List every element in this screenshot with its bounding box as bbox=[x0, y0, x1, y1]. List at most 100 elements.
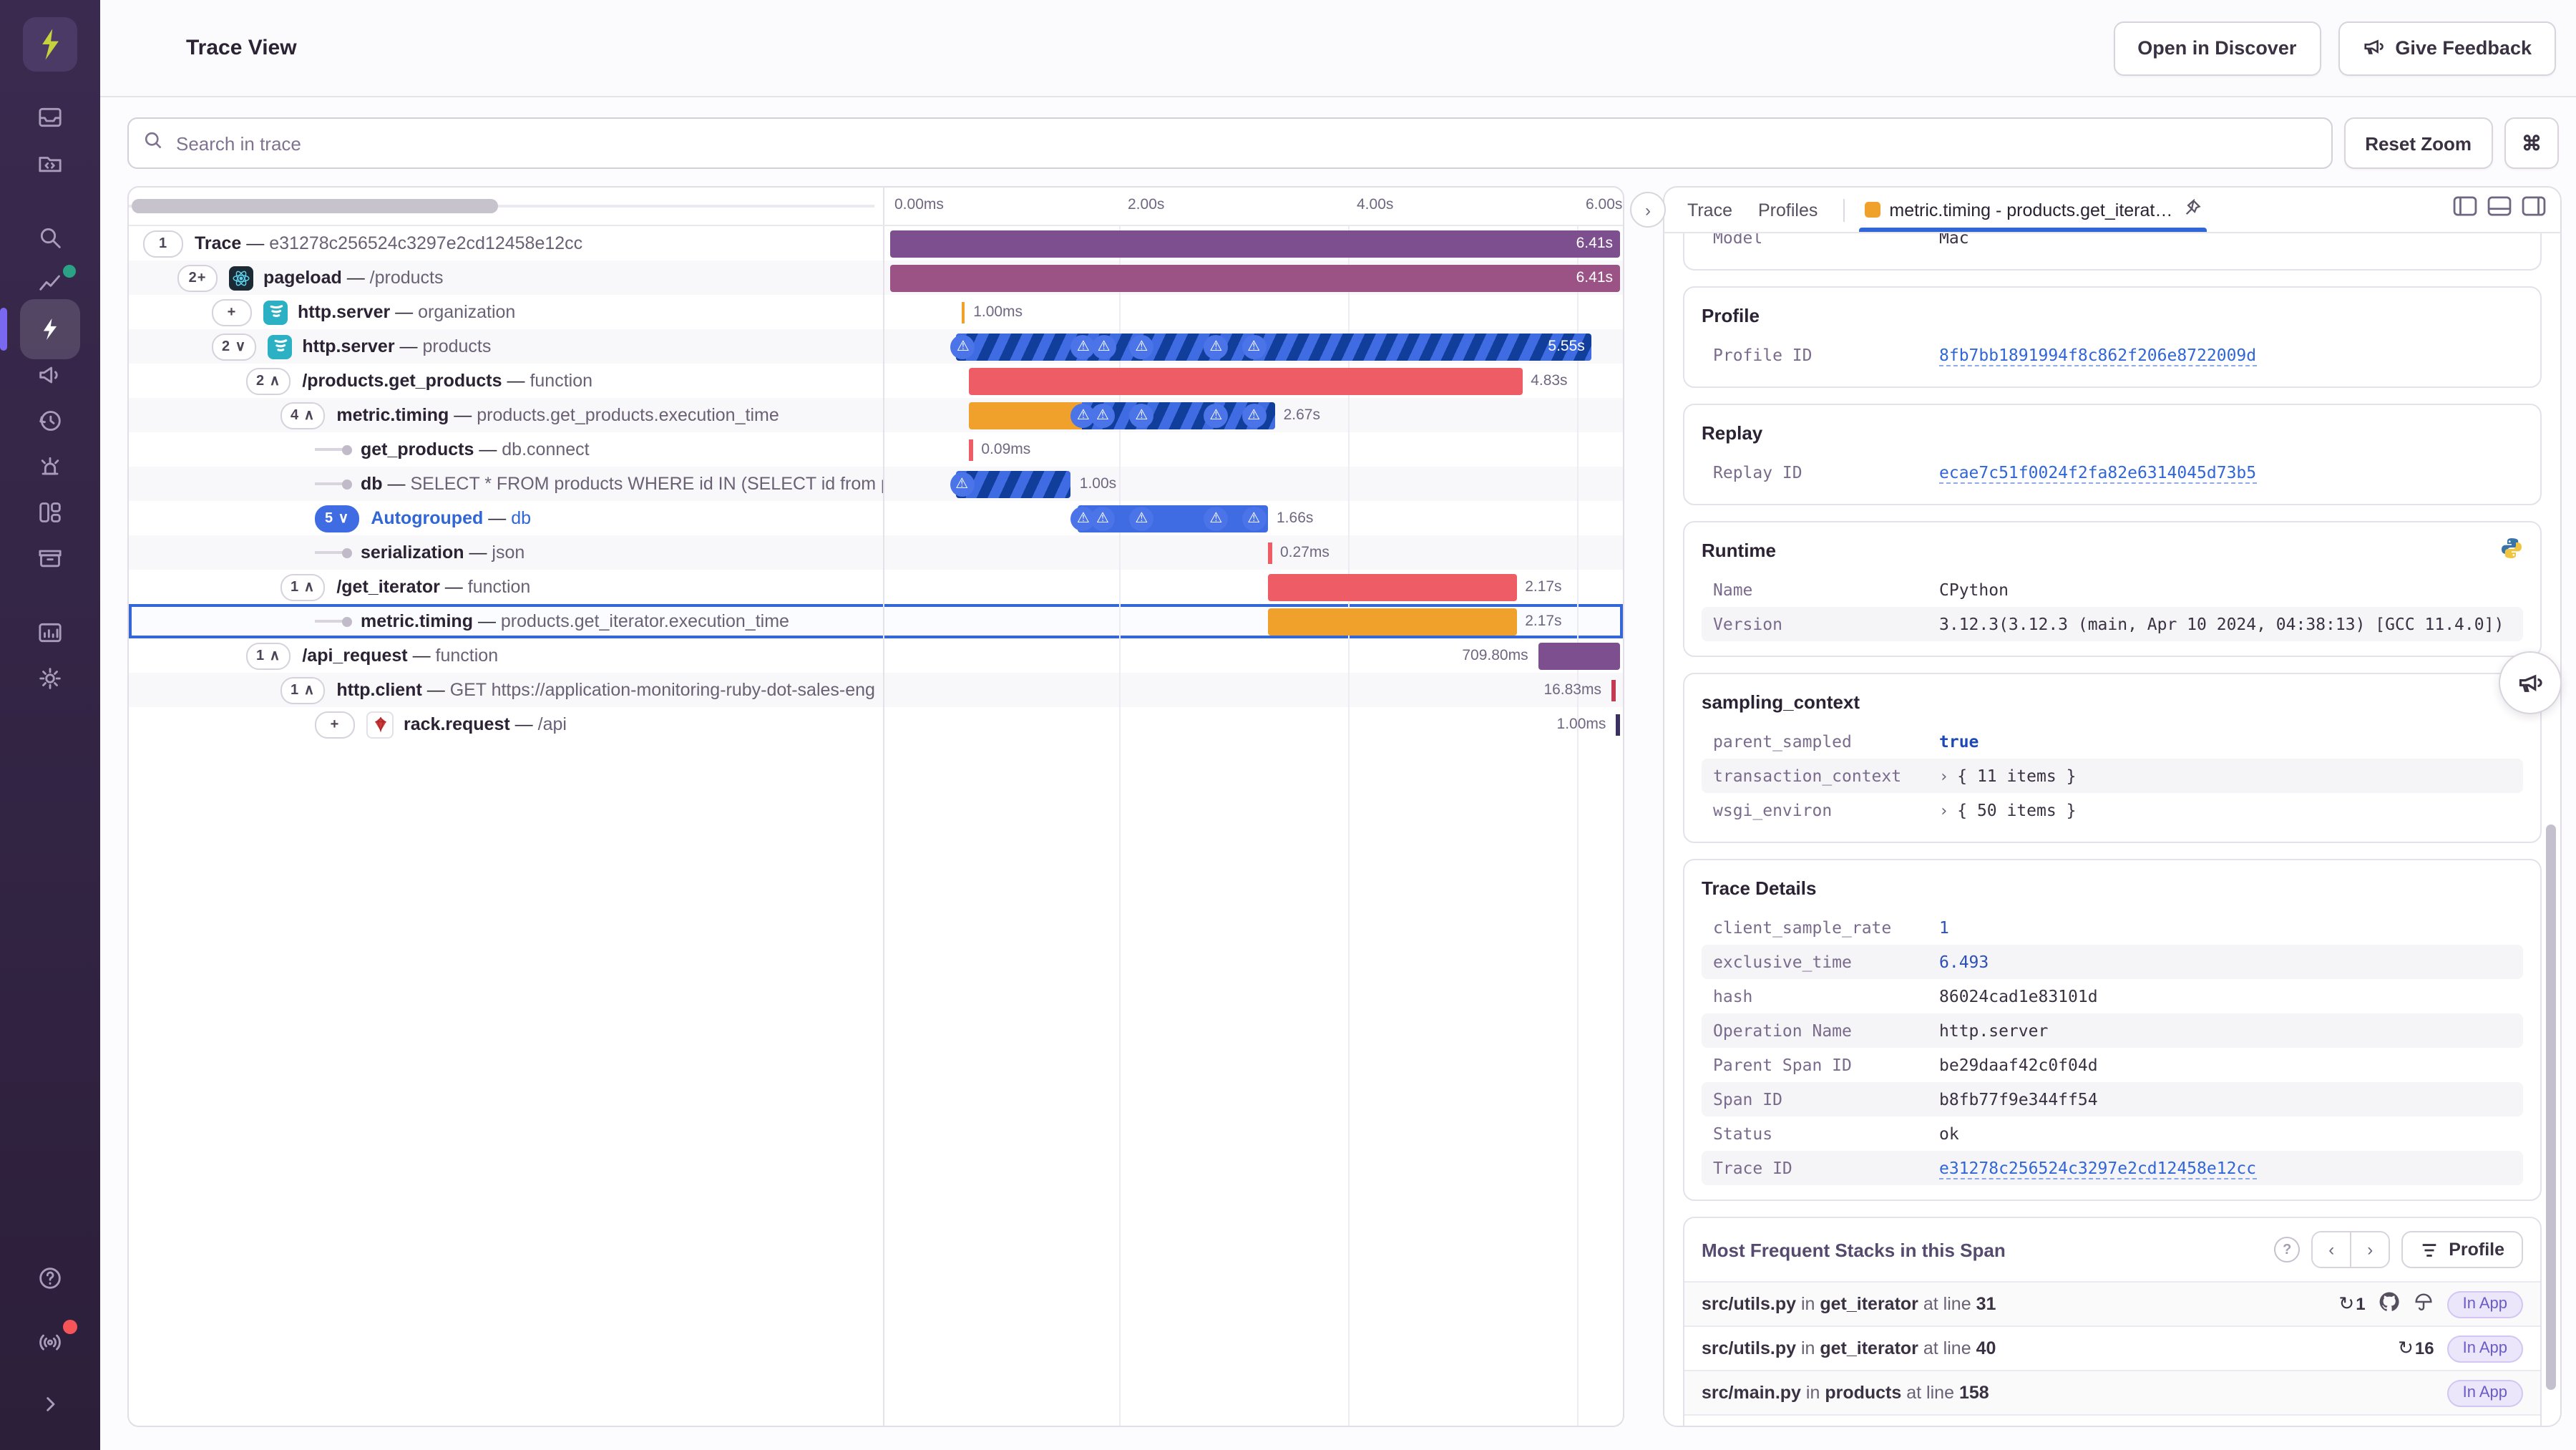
kv-value-link[interactable]: 8fb7bb1891994f8c862f206e8722009d bbox=[1939, 344, 2257, 366]
stack-frame-row[interactable]: src/main.py in products at line 158 In Ap… bbox=[1684, 1370, 2540, 1414]
trace-row[interactable]: db — SELECT * FROM products WHERE id IN … bbox=[129, 467, 1623, 501]
sidebar-footer-broadcast[interactable] bbox=[20, 1318, 80, 1364]
scrollbar-thumb[interactable] bbox=[132, 199, 498, 213]
trace-row[interactable]: metric.timing — products.get_iterator.ex… bbox=[129, 604, 1623, 638]
feedback-floating-button[interactable] bbox=[2499, 651, 2562, 714]
kv-value-link[interactable]: e31278c256524c3297e2cd12458e12cc bbox=[1939, 1157, 2257, 1179]
search-input[interactable] bbox=[173, 131, 2317, 155]
sidebar-item-replays[interactable] bbox=[20, 398, 80, 444]
sidebar-item-dashboards[interactable] bbox=[20, 490, 80, 535]
span-children-chip[interactable]: 1 ∧ bbox=[246, 642, 291, 669]
layout-bottom-icon[interactable] bbox=[2487, 196, 2512, 223]
span-duration-tick[interactable] bbox=[961, 301, 965, 323]
performance-issue-icon[interactable]: ⚠ bbox=[1241, 334, 1267, 359]
stack-frame-row[interactable]: Called from: flask/app.py in Flask.dispa… bbox=[1684, 1414, 2540, 1426]
span-children-chip[interactable]: 1 ∧ bbox=[280, 573, 326, 600]
github-icon[interactable] bbox=[2379, 1291, 2400, 1317]
layout-right-icon[interactable] bbox=[2522, 196, 2546, 223]
sidebar-item-settings[interactable] bbox=[20, 656, 80, 701]
sidebar-item-issues[interactable] bbox=[20, 94, 80, 140]
performance-issue-icon[interactable]: ⚠ bbox=[1241, 403, 1267, 427]
card-title: sampling_context bbox=[1702, 691, 1860, 713]
prev-page-button[interactable]: ‹ bbox=[2313, 1232, 2351, 1267]
kv-value-link[interactable]: ecae7c51f0024f2fa82e6314045d73b5 bbox=[1939, 462, 2257, 483]
stack-frame-row[interactable]: src/utils.py in get_iterator at line 40 ↻… bbox=[1684, 1325, 2540, 1370]
tab-profiles[interactable]: Profiles bbox=[1758, 188, 1818, 232]
trace-row[interactable]: 1 ∧ http.client — GET https://application… bbox=[129, 673, 1623, 707]
trace-row[interactable]: get_products — db.connect 0.09ms bbox=[129, 432, 1623, 467]
span-duration-tick[interactable] bbox=[1616, 714, 1620, 735]
reset-zoom-button[interactable]: Reset Zoom bbox=[2343, 117, 2493, 169]
performance-issue-icon[interactable]: ⚠ bbox=[1091, 334, 1116, 359]
sidebar-item-stats[interactable] bbox=[20, 610, 80, 656]
sidebar-item-performance[interactable] bbox=[0, 299, 80, 359]
span-duration-bar[interactable] bbox=[969, 367, 1523, 394]
span-children-chip[interactable]: 2 ∧ bbox=[246, 367, 291, 394]
span-duration-bar[interactable] bbox=[1268, 608, 1517, 635]
sidebar-item-projects[interactable] bbox=[20, 140, 80, 186]
sidebar-item-archive[interactable] bbox=[20, 535, 80, 581]
span-children-chip[interactable]: 5 ∨ bbox=[315, 505, 360, 532]
span-duration-bar[interactable] bbox=[1268, 573, 1517, 600]
trace-row[interactable]: 2+ pageload — /products 6.41s bbox=[129, 261, 1623, 295]
span-children-chip[interactable]: 2+ bbox=[177, 264, 218, 291]
sidebar-footer-collapse[interactable] bbox=[20, 1381, 80, 1427]
span-children-chip[interactable]: 4 ∧ bbox=[280, 402, 326, 429]
trace-row[interactable]: 1 ∧ /api_request — function 709.80ms bbox=[129, 638, 1623, 673]
tab-trace[interactable]: Trace bbox=[1687, 188, 1732, 232]
panel-collapse-chevron-icon[interactable]: › bbox=[1630, 192, 1666, 228]
trace-row[interactable]: 1 Trace — e31278c256524c3297e2cd12458e12c… bbox=[129, 226, 1623, 261]
sidebar-item-megaphone[interactable] bbox=[20, 352, 80, 398]
key-value-row: Parent Span ID be29daaf42c0f04d bbox=[1702, 1048, 2523, 1082]
performance-issue-icon[interactable]: ⚠ bbox=[1091, 403, 1115, 427]
give-feedback-button[interactable]: Give Feedback bbox=[2338, 21, 2556, 75]
span-duration-tick[interactable] bbox=[969, 439, 973, 460]
frame-location: src/utils.py in get_iterator at line 31 bbox=[1702, 1294, 1996, 1314]
layout-left-icon[interactable] bbox=[2453, 196, 2477, 223]
span-label: db — SELECT * FROM products WHERE id IN … bbox=[361, 474, 883, 494]
trace-row[interactable]: 1 ∧ /get_iterator — function 2.17s bbox=[129, 570, 1623, 604]
span-children-chip[interactable]: 1 ∧ bbox=[280, 676, 326, 704]
panel-scrollbar-thumb[interactable] bbox=[2546, 824, 2556, 1390]
performance-issue-icon[interactable]: ⚠ bbox=[1241, 506, 1267, 530]
span-duration-bar[interactable]: 5.55s bbox=[956, 333, 1592, 360]
next-page-button[interactable]: › bbox=[2350, 1232, 2389, 1267]
profile-button[interactable]: Profile bbox=[2401, 1231, 2523, 1268]
span-children-chip[interactable]: + bbox=[315, 711, 355, 738]
span-duration-bar[interactable]: 6.41s bbox=[890, 230, 1620, 257]
span-children-chip[interactable]: 2 ∨ bbox=[212, 333, 257, 360]
expand-chevron-icon[interactable]: › bbox=[1939, 767, 1948, 785]
performance-issue-icon[interactable]: ⚠ bbox=[950, 472, 975, 496]
span-duration-label: 1.00ms bbox=[973, 303, 1023, 321]
open-in-discover-button[interactable]: Open in Discover bbox=[2113, 21, 2321, 75]
span-children-chip[interactable]: 1 bbox=[143, 230, 183, 257]
trace-row[interactable]: 2 ∧ /products.get_products — function 4.83… bbox=[129, 364, 1623, 398]
react-icon bbox=[229, 266, 253, 290]
trace-row[interactable]: + rack.request — /api 1.00ms bbox=[129, 707, 1623, 741]
tab-span-detail[interactable]: metric.timing - products.get_iterat… bbox=[1859, 188, 2207, 232]
trace-row[interactable]: 2 ∨ http.server — products 5.55s ⚠ ⚠ ⚠ ⚠ ⚠ ⚠ bbox=[129, 329, 1623, 364]
sidebar-item-alerts[interactable] bbox=[20, 444, 80, 490]
trace-row[interactable]: serialization — json 0.27ms bbox=[129, 535, 1623, 570]
span-duration-bar[interactable]: 6.41s bbox=[890, 264, 1620, 291]
trace-row[interactable]: 4 ∧ metric.timing — products.get_products… bbox=[129, 398, 1623, 432]
trace-row[interactable]: 5 ∨ Autogrouped — db 1.66s ⚠ ⚠ ⚠ ⚠ ⚠ bbox=[129, 501, 1623, 535]
span-children-chip[interactable]: + bbox=[212, 298, 252, 326]
help-icon[interactable]: ? bbox=[2274, 1237, 2301, 1262]
command-shortcut-button[interactable]: ⌘ bbox=[2504, 117, 2559, 169]
span-duration-bar[interactable] bbox=[1538, 642, 1620, 669]
in-app-badge: In App bbox=[2446, 1379, 2523, 1406]
span-duration-tick[interactable] bbox=[1268, 542, 1272, 563]
sentry-logo[interactable] bbox=[23, 17, 77, 72]
span-duration-bar[interactable] bbox=[969, 402, 1275, 429]
performance-issue-icon[interactable]: ⚠ bbox=[1091, 506, 1115, 530]
umbrella-icon[interactable] bbox=[2413, 1291, 2434, 1317]
stack-frame-row[interactable]: src/utils.py in get_iterator at line 31 ↻… bbox=[1684, 1281, 2540, 1325]
trace-row[interactable]: + http.server — organization 1.00ms bbox=[129, 295, 1623, 329]
sidebar-item-search[interactable] bbox=[20, 215, 80, 261]
span-duration-tick[interactable] bbox=[1611, 679, 1615, 701]
sidebar-footer-help[interactable] bbox=[20, 1255, 80, 1301]
pin-icon[interactable] bbox=[2182, 198, 2201, 221]
kv-key: Version bbox=[1713, 614, 1782, 634]
expand-chevron-icon[interactable]: › bbox=[1939, 801, 1948, 819]
